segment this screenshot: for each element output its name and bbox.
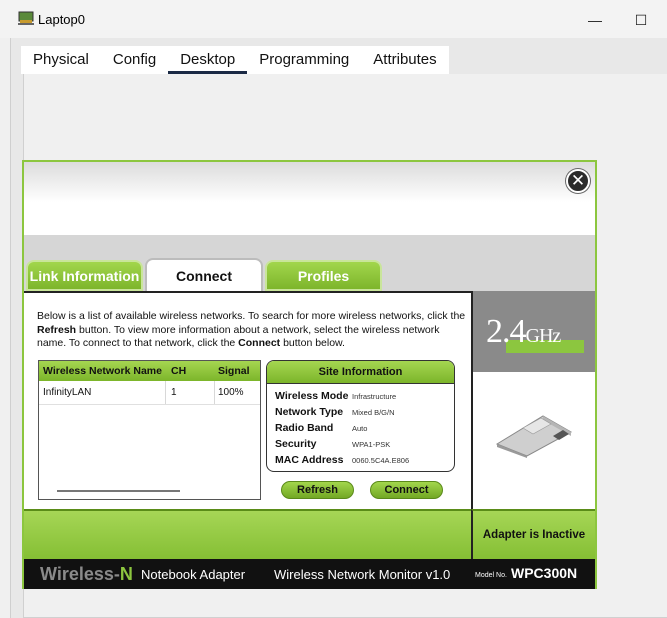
tab-link-information[interactable]: Link Information [26, 260, 143, 291]
monitor-tab-band: Link Information Connect Profiles [24, 235, 595, 291]
site-row-mode: Wireless Mode Infrastructure [275, 390, 397, 402]
adapter-image-panel [471, 372, 595, 509]
network-list: Wireless Network Name CH Signal Infinity… [38, 360, 261, 500]
monitor-header [24, 162, 595, 235]
network-channel: 1 [166, 381, 215, 404]
frequency-badge: 2.4GHz [471, 291, 595, 372]
refresh-button[interactable]: Refresh [281, 481, 354, 499]
connect-button[interactable]: Connect [370, 481, 443, 499]
network-list-header: Wireless Network Name CH Signal [39, 361, 260, 381]
maximize-button[interactable]: ☐ [618, 6, 664, 34]
minimize-icon: — [588, 12, 602, 28]
column-header-signal[interactable]: Signal [215, 361, 260, 381]
model-number: WPC300N [511, 565, 578, 581]
site-row-type: Network Type Mixed B/G/N [275, 406, 395, 418]
site-information-title: Site Information [267, 361, 454, 384]
close-button[interactable]: ✕ [566, 169, 590, 193]
tab-desktop[interactable]: Desktop [168, 46, 248, 74]
network-row[interactable]: InfinityLAN 1 100% [39, 381, 260, 405]
laptop-icon [18, 10, 34, 26]
site-row-security: Security WPA1-PSK [275, 438, 391, 450]
pc-card-image [495, 415, 573, 458]
status-band [24, 509, 471, 559]
adapter-name: Notebook Adapter [141, 567, 246, 582]
tab-config[interactable]: Config [101, 46, 168, 74]
monitor-footer: Wireless-N Notebook Adapter Wireless Net… [24, 559, 595, 589]
tab-programming[interactable]: Programming [247, 46, 361, 74]
site-information: Site Information Wireless Mode Infrastru… [266, 360, 455, 472]
window-titlebar: Laptop0 — ☐ [0, 0, 667, 38]
device-tabs: Physical Config Desktop Programming Attr… [21, 46, 449, 74]
connect-description: Below is a list of available wireless ne… [37, 310, 466, 349]
site-row-mac: MAC Address 0060.5C4A.E806 [275, 454, 410, 466]
window-title: Laptop0 [38, 12, 85, 27]
tab-attributes[interactable]: Attributes [361, 46, 448, 74]
site-row-band: Radio Band Auto [275, 422, 368, 434]
tab-physical[interactable]: Physical [21, 46, 101, 74]
column-header-ch[interactable]: CH [166, 361, 215, 381]
tab-connect[interactable]: Connect [145, 258, 263, 291]
horizontal-scrollbar[interactable] [57, 490, 180, 492]
model-number-label: Model No. [475, 572, 507, 579]
adapter-status: Adapter is Inactive [471, 509, 595, 559]
minimize-button[interactable]: — [572, 6, 618, 34]
wireless-monitor: ✕ Link Information Connect Profiles Belo… [22, 160, 597, 589]
column-header-name[interactable]: Wireless Network Name [39, 361, 166, 381]
network-signal: 100% [218, 387, 244, 398]
frequency-label: 2.4GHz [486, 313, 561, 350]
maximize-icon: ☐ [634, 11, 648, 28]
monitor-version: Wireless Network Monitor v1.0 [274, 567, 451, 582]
close-icon: ✕ [570, 171, 586, 190]
connect-panel: Below is a list of available wireless ne… [24, 291, 471, 509]
tab-profiles[interactable]: Profiles [265, 260, 382, 291]
network-name: InfinityLAN [39, 381, 166, 404]
brand-logo: Wireless-N [40, 564, 133, 584]
